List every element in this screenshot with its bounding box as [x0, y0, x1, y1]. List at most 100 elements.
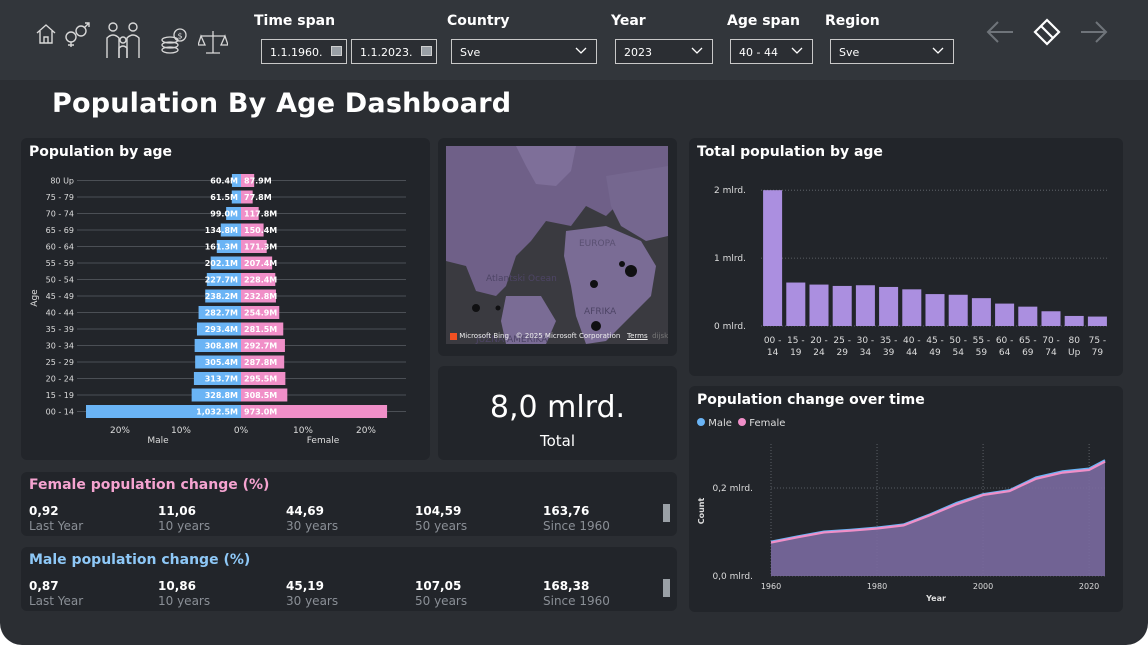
x-tick-label: 44	[906, 348, 918, 358]
female-data-label: 308.5M	[244, 391, 277, 400]
x-tick-label: 60 -	[996, 336, 1014, 346]
region-value: Sve	[839, 46, 860, 59]
region-dropdown[interactable]: Sve	[830, 39, 954, 64]
family-icon[interactable]	[103, 18, 143, 62]
category-label: 30 - 34	[46, 342, 74, 351]
category-label: 40 - 44	[46, 309, 74, 318]
x-tick-label: 45 -	[926, 336, 944, 346]
male-data-label: 60.4M	[210, 177, 238, 186]
total-population-chart: 0 mlrd. 1 mlrd. 2 mlrd. 00 - 14 15 - 19 20 - 24 2…	[714, 186, 1109, 358]
category-label: 70 - 74	[46, 210, 74, 219]
bar	[1064, 315, 1084, 326]
x-tick-label: 00 -	[764, 336, 782, 346]
category-label: 00 - 14	[46, 408, 74, 417]
age-span-dropdown[interactable]: 40 - 44	[730, 39, 813, 64]
x-tick-label: 10%	[171, 426, 191, 436]
category-label: 20 - 24	[46, 375, 74, 384]
bar	[1041, 311, 1061, 326]
change-item: 0,92 Last Year	[29, 504, 83, 533]
scrollbar[interactable]	[663, 579, 670, 597]
x-tick-label: 2020	[1079, 582, 1099, 591]
world-map[interactable]: EUROPA Atlantski Ocean AFRIKA JUŽNA AMER…	[446, 146, 668, 344]
age-span-value: 40 - 44	[739, 46, 778, 59]
male-change-panel: Male population change (%) 0,87 Last Year…	[21, 547, 677, 611]
change-item: 104,59 50 years	[415, 504, 467, 533]
home-icon[interactable]	[34, 22, 58, 46]
x-tick-label: 14	[767, 348, 779, 358]
change-value: 0,92	[29, 504, 59, 518]
bar	[995, 303, 1015, 326]
x-tick-label: 64	[999, 348, 1011, 358]
male-data-label: 99.0M	[210, 210, 238, 219]
country-dropdown[interactable]: Sve	[451, 39, 597, 64]
date-from-input[interactable]: 1.1.1960.	[261, 39, 347, 64]
scale-icon[interactable]	[198, 28, 228, 56]
country-label: Country	[447, 13, 510, 29]
bing-logo-icon	[450, 332, 457, 340]
country-value: Sve	[460, 46, 481, 59]
change-value: 168,38	[543, 579, 590, 593]
population-change-panel: Population change over time Male Female …	[689, 386, 1123, 612]
map-label-africa: AFRIKA	[584, 307, 617, 317]
change-period-label: Since 1960	[543, 519, 610, 533]
change-period-label: 30 years	[286, 519, 339, 533]
category-label: 75 - 79	[46, 193, 74, 202]
male-data-label: 328.8M	[205, 391, 238, 400]
map-label-extra: dijsk	[652, 332, 669, 340]
bar	[1018, 306, 1038, 326]
year-value: 2023	[624, 46, 652, 59]
eraser-icon[interactable]	[1032, 18, 1062, 50]
x-tick-label: 80	[1068, 336, 1080, 346]
female-data-label: 77.8M	[244, 193, 272, 202]
female-data-label: 281.5M	[244, 325, 277, 334]
x-tick-label: 1980	[867, 582, 887, 591]
year-dropdown[interactable]: 2023	[615, 39, 713, 64]
category-label: 45 - 49	[46, 292, 74, 301]
x-tick-label: 20%	[356, 426, 376, 436]
gender-icon[interactable]	[62, 22, 90, 48]
female-data-label: 207.4M	[244, 259, 277, 268]
y-tick-label: 2 mlrd.	[714, 186, 746, 196]
change-value: 163,76	[543, 504, 590, 518]
female-data-label: 254.9M	[244, 309, 277, 318]
x-tick-label: 65 -	[1019, 336, 1037, 346]
male-data-label: 161.3M	[205, 243, 238, 252]
category-label: 55 - 59	[46, 259, 74, 268]
pyramid-chart: 00 - 14 1,032.5M 973.0M 15 - 19 328.8M 308.5M…	[30, 174, 406, 446]
x-tick-label: 69	[1022, 348, 1034, 358]
change-item: 168,38 Since 1960	[543, 579, 610, 608]
scrollbar[interactable]	[663, 504, 670, 522]
copyright-text: © 2025 Microsoft Corporation	[515, 332, 621, 340]
arrow-right-icon[interactable]	[1079, 18, 1109, 50]
map-label-europe: EUROPA	[579, 239, 616, 249]
calendar-icon[interactable]	[331, 46, 342, 56]
date-to-input[interactable]: 1.1.2023.	[351, 39, 437, 64]
money-icon[interactable]: $	[160, 28, 188, 56]
change-item: 0,87 Last Year	[29, 579, 83, 608]
x-axis-label: Year	[925, 594, 946, 603]
male-data-label: 313.7M	[205, 375, 238, 384]
x-tick-label: 39	[883, 348, 895, 358]
x-tick-label: 35 -	[880, 336, 898, 346]
female-change-panel: Female population change (%) 0,92 Last Ye…	[21, 472, 677, 536]
chevron-down-icon	[574, 44, 588, 61]
female-change-title: Female population change (%)	[29, 477, 270, 493]
change-period-label: 10 years	[158, 594, 211, 608]
bar	[971, 298, 991, 326]
calendar-icon[interactable]	[421, 46, 432, 56]
bar	[786, 282, 806, 326]
change-period-label: 10 years	[158, 519, 211, 533]
x-tick-label: 70 -	[1042, 336, 1060, 346]
female-data-label: 232.8M	[244, 292, 277, 301]
x-tick-label: 25 -	[833, 336, 851, 346]
x-tick-label: 79	[1092, 348, 1104, 358]
arrow-left-icon[interactable]	[985, 18, 1015, 50]
change-period-label: 30 years	[286, 594, 339, 608]
bar	[948, 294, 968, 326]
change-value: 11,06	[158, 504, 196, 518]
bar	[925, 294, 945, 326]
male-data-label: 293.4M	[205, 325, 238, 334]
x-tick-label: 10%	[293, 426, 313, 436]
terms-link[interactable]: Terms	[627, 332, 648, 340]
bar	[879, 286, 899, 326]
